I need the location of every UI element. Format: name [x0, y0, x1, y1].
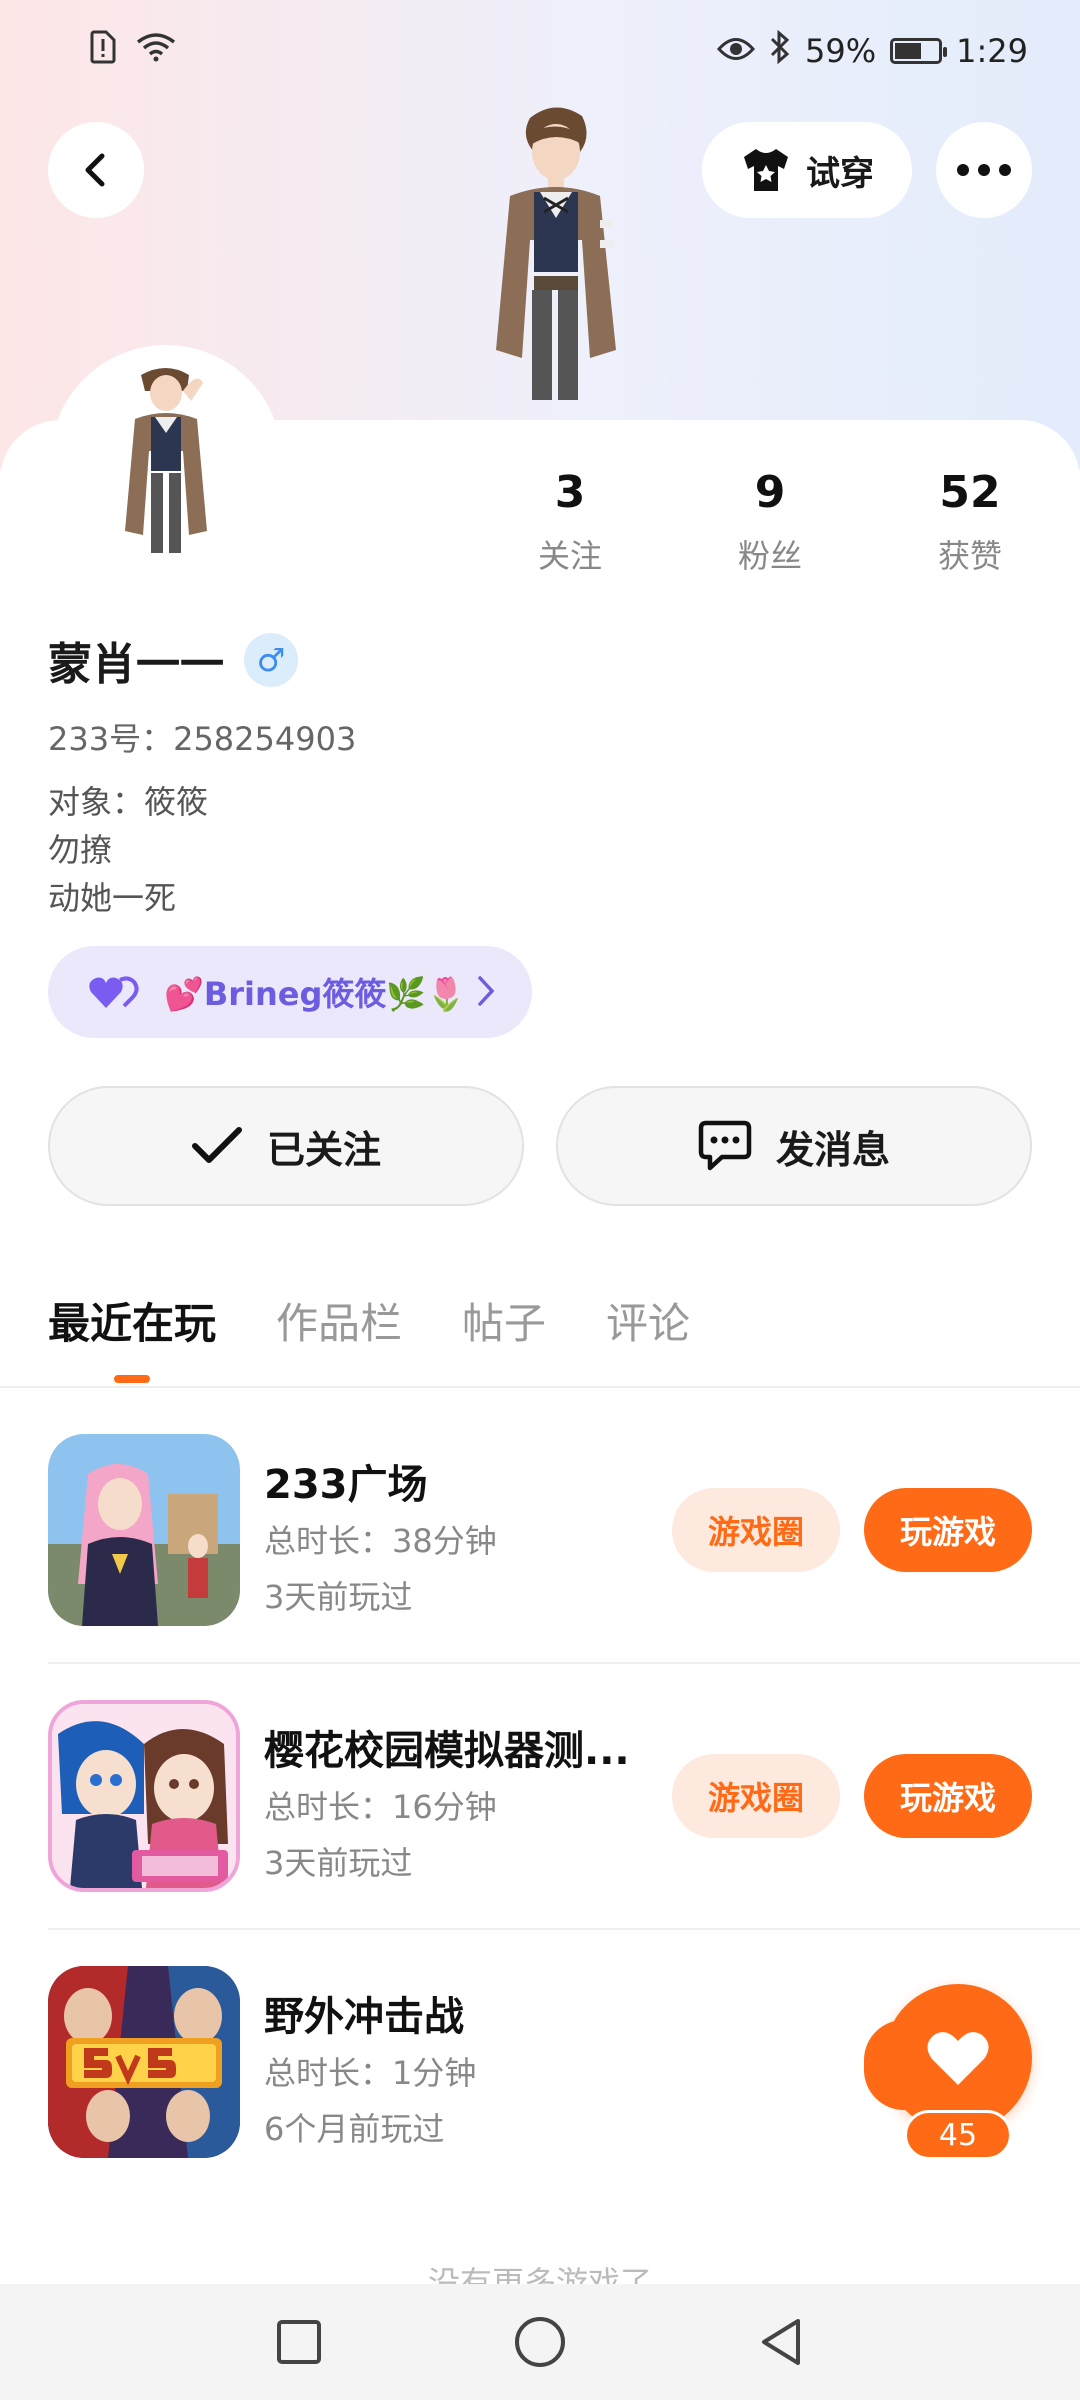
5v5-battle-game-icon[interactable]: [48, 1966, 240, 2158]
try-on-label: 试穿: [806, 153, 874, 194]
heart-icon: [927, 2032, 989, 2085]
stat-following-label: 关注: [537, 537, 602, 575]
status-bar: 59% 1:29: [0, 0, 1080, 104]
game-circle-button[interactable]: 游戏圈: [672, 1488, 840, 1572]
name-row: 蒙肖一一 ♂: [48, 628, 298, 692]
game-title: 樱花校园模拟器测...: [264, 1728, 630, 1774]
male-gender-icon: ♂: [244, 633, 298, 687]
tab-divider: [0, 1386, 1080, 1388]
checkmark-icon: [191, 1127, 242, 1163]
game-title: 233广场: [264, 1462, 428, 1508]
game-duration: 总时长：16分钟: [264, 1788, 497, 1826]
tab-comments[interactable]: 评论: [606, 1290, 690, 1351]
more-options-button[interactable]: [936, 122, 1032, 218]
avatar-3d-figure[interactable]: [460, 100, 650, 420]
home-icon[interactable]: [514, 2316, 566, 2368]
bio-line: 勿撩: [48, 831, 113, 869]
wifi-icon: [136, 32, 176, 66]
game-circle-button[interactable]: 游戏圈: [672, 1754, 840, 1838]
profile-tabs: 最近在玩 作品栏 帖子 评论: [48, 1290, 690, 1383]
send-message-button[interactable]: 发消息: [556, 1086, 1032, 1206]
eye-comfort-icon: [717, 32, 756, 70]
stat-fans-label: 粉丝: [737, 537, 802, 575]
bio: 对象：筱筱 勿撩 动她一死: [48, 778, 208, 922]
couple-hearts-icon: [89, 976, 139, 1008]
play-game-button[interactable]: 玩游戏: [864, 1754, 1032, 1838]
game-duration: 总时长：38分钟: [264, 1522, 497, 1560]
battery-percent: 59%: [805, 32, 877, 70]
more-dots-icon: [957, 164, 1011, 176]
chat-bubble-icon: [698, 1120, 752, 1171]
game-duration: 总时长：1分钟: [264, 2054, 477, 2092]
couple-tag-label: 💕Brineg筱筱🌿🌷: [164, 975, 467, 1013]
stat-likes-label: 获赞: [937, 537, 1002, 575]
followed-button[interactable]: 已关注: [48, 1086, 524, 1206]
tab-works[interactable]: 作品栏: [276, 1290, 402, 1351]
recent-apps-icon[interactable]: [276, 2319, 322, 2365]
stat-likes[interactable]: 52 获赞: [870, 465, 1070, 577]
send-message-label: 发消息: [775, 1127, 890, 1172]
list-item[interactable]: 233广场 总时长：38分钟 3天前玩过 游戏圈 玩游戏: [48, 1434, 1032, 1626]
back-icon[interactable]: [758, 2317, 804, 2367]
stat-following-value: 3: [554, 467, 586, 518]
try-on-button[interactable]: 试穿: [702, 122, 912, 218]
game-last-played: 3天前玩过: [264, 1578, 413, 1616]
stat-following[interactable]: 3 关注: [470, 465, 670, 577]
play-game-button[interactable]: 玩游戏: [864, 1488, 1032, 1572]
sakura-school-game-icon[interactable]: [48, 1700, 240, 1892]
chevron-right-icon: [478, 976, 495, 1006]
battery-icon: [890, 38, 948, 64]
list-item[interactable]: 樱花校园模拟器测... 总时长：16分钟 3天前玩过 游戏圈 玩游戏: [48, 1700, 1032, 1892]
user-id[interactable]: 233号：258254903: [48, 714, 356, 760]
profile-stats: 3 关注 9 粉丝 52 获赞: [470, 465, 1070, 577]
avatar[interactable]: [50, 345, 282, 577]
stat-likes-value: 52: [939, 467, 1001, 518]
bio-line: 动她一死: [48, 879, 177, 917]
233-plaza-game-icon[interactable]: [48, 1434, 240, 1626]
chevron-left-icon: [85, 153, 105, 187]
couple-tag-button[interactable]: 💕Brineg筱筱🌿🌷: [48, 946, 532, 1038]
bio-line: 对象：筱筱: [48, 783, 209, 821]
game-title: 野外冲击战: [264, 1994, 464, 2040]
username: 蒙肖一一: [48, 639, 224, 690]
row-divider: [48, 1662, 1080, 1664]
bluetooth-icon: [769, 29, 791, 72]
like-count-badge: 45: [904, 2110, 1012, 2160]
back-button[interactable]: [48, 122, 144, 218]
tab-recently-played[interactable]: 最近在玩: [48, 1290, 216, 1383]
stat-fans-value: 9: [754, 467, 786, 518]
row-divider: [48, 1928, 1080, 1930]
tshirt-icon: [744, 149, 788, 191]
followed-label: 已关注: [266, 1127, 381, 1172]
game-last-played: 3天前玩过: [264, 1844, 413, 1882]
stat-fans[interactable]: 9 粉丝: [670, 465, 870, 577]
system-navigation-bar: [0, 2284, 1080, 2400]
tab-posts[interactable]: 帖子: [462, 1290, 546, 1351]
clock: 1:29: [956, 32, 1028, 70]
game-last-played: 6个月前玩过: [264, 2110, 445, 2148]
sim-alert-icon: [90, 30, 116, 68]
